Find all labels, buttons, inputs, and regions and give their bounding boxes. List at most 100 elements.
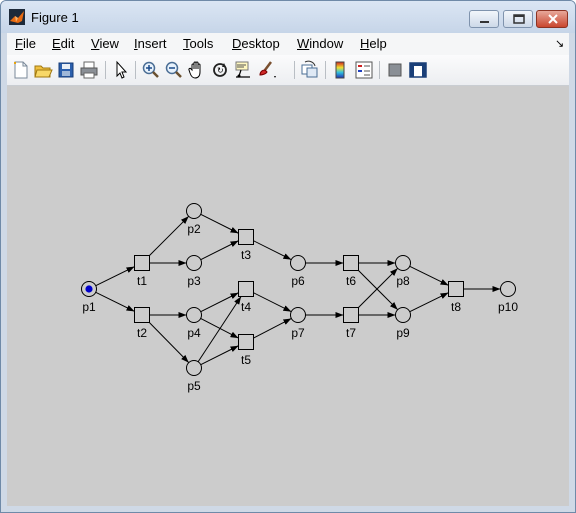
place-label: p4	[187, 326, 201, 340]
toolbar-separator	[105, 61, 106, 79]
place-label: p8	[396, 274, 410, 288]
arc-t4-p7	[253, 292, 292, 313]
arc-t2-p5	[149, 322, 190, 363]
menu-view[interactable]: View	[91, 36, 119, 51]
menu-desktop[interactable]: Desktop	[232, 36, 280, 51]
pan-button[interactable]	[187, 60, 207, 80]
place-label: p5	[187, 379, 201, 393]
menu-tools[interactable]: Tools	[183, 36, 213, 51]
transition-t6	[343, 255, 359, 271]
place-label: p7	[291, 326, 305, 340]
transition-t1	[134, 255, 150, 271]
arc-t5-p7	[253, 318, 292, 339]
svg-text:↻: ↻	[217, 66, 224, 75]
place-p3	[186, 255, 202, 271]
insert-legend-button[interactable]	[354, 60, 374, 80]
open-file-button[interactable]	[33, 60, 53, 80]
legend-icon	[355, 61, 373, 79]
close-icon	[548, 14, 558, 24]
close-button[interactable]	[536, 10, 568, 28]
token-p1	[85, 285, 93, 293]
minimize-button[interactable]	[469, 10, 499, 28]
arc-t1-p2	[149, 215, 190, 256]
arc-p3-t3	[200, 240, 239, 261]
data-cursor-button[interactable]	[233, 60, 253, 80]
new-file-icon	[14, 61, 28, 79]
matlab-logo-icon	[9, 9, 25, 25]
insert-colorbar-button[interactable]	[331, 60, 351, 80]
menu-window[interactable]: Window	[297, 36, 343, 51]
arc-p8-t8	[409, 265, 449, 286]
arc-p9-t8	[409, 292, 449, 313]
arc-p2-t3	[200, 213, 239, 234]
show-plot-tools-button[interactable]	[408, 60, 428, 80]
folder-icon	[34, 65, 53, 78]
minimize-icon	[480, 21, 489, 23]
arc-t6-p9	[358, 270, 399, 311]
maximize-button[interactable]	[503, 10, 533, 28]
transition-t7	[343, 307, 359, 323]
zoom-in-icon	[142, 61, 159, 78]
place-p6	[290, 255, 306, 271]
zoom-out-button[interactable]	[164, 60, 184, 80]
rotate-icon: ↻	[213, 63, 227, 77]
place-label: p6	[291, 274, 305, 288]
maximize-icon	[513, 14, 525, 24]
title-bar: Figure 1	[1, 1, 575, 33]
figure-canvas[interactable]: p1 p2 p3 p4 p5 p6 p7 p8 p9 p10 t1 t2 t3 t4 t5 t6 t7 t8	[7, 86, 569, 506]
transition-t8	[448, 281, 464, 297]
link-icon	[301, 60, 318, 78]
arrow-cursor-icon	[116, 60, 128, 79]
place-label: p9	[396, 326, 410, 340]
hand-icon	[188, 61, 201, 79]
place-p4	[186, 307, 202, 323]
toolbar-separator	[135, 61, 136, 79]
place-p7	[290, 307, 306, 323]
place-label: p1	[82, 300, 96, 314]
hide-plot-tools-icon	[388, 63, 402, 77]
arc-p1-t1	[95, 266, 135, 287]
transition-label: t8	[451, 300, 461, 314]
colorbar-icon	[335, 61, 345, 79]
edit-plot-button[interactable]	[111, 60, 131, 80]
arc-t3-p6	[253, 240, 292, 261]
menu-file[interactable]: File	[15, 36, 36, 51]
hide-plot-tools-button[interactable]	[385, 60, 405, 80]
arc-p5-t4	[197, 296, 242, 363]
new-figure-button[interactable]	[11, 60, 31, 80]
figure-toolbar: ↻	[7, 55, 569, 86]
transition-label: t3	[241, 248, 251, 262]
transition-t5	[238, 334, 254, 350]
show-plot-tools-icon	[409, 62, 427, 78]
place-p9	[395, 307, 411, 323]
place-label: p10	[498, 300, 518, 314]
transition-label: t1	[137, 274, 147, 288]
petri-net-diagram: p1 p2 p3 p4 p5 p6 p7 p8 p9 p10 t1 t2 t3 t4 t5 t6 t7 t8	[81, 203, 518, 393]
menu-insert[interactable]: Insert	[134, 36, 167, 51]
figure-window: Figure 1 File Edit View Insert Tools Des…	[0, 0, 576, 513]
transition-t2	[134, 307, 150, 323]
toolbar-separator	[379, 61, 380, 79]
place-p5	[186, 360, 202, 376]
place-p8	[395, 255, 411, 271]
save-figure-button[interactable]	[56, 60, 76, 80]
place-p2	[186, 203, 202, 219]
zoom-in-button[interactable]	[141, 60, 161, 80]
transition-t3	[238, 229, 254, 245]
print-figure-button[interactable]	[79, 60, 99, 80]
link-plot-button[interactable]	[300, 60, 320, 80]
dock-figure-icon[interactable]: ↘	[555, 37, 564, 50]
toolbar-separator	[325, 61, 326, 79]
arc-p1-t2	[95, 291, 135, 312]
place-label: p3	[187, 274, 201, 288]
menu-edit[interactable]: Edit	[52, 36, 74, 51]
printer-icon	[80, 61, 98, 79]
rotate-3d-button[interactable]: ↻	[210, 60, 230, 80]
save-icon	[58, 62, 74, 78]
transition-t4	[238, 281, 254, 297]
transition-label: t2	[137, 326, 147, 340]
brush-button[interactable]	[256, 60, 276, 80]
transition-label: t6	[346, 274, 356, 288]
toolbar-separator	[294, 61, 295, 79]
menu-help[interactable]: Help	[360, 36, 387, 51]
